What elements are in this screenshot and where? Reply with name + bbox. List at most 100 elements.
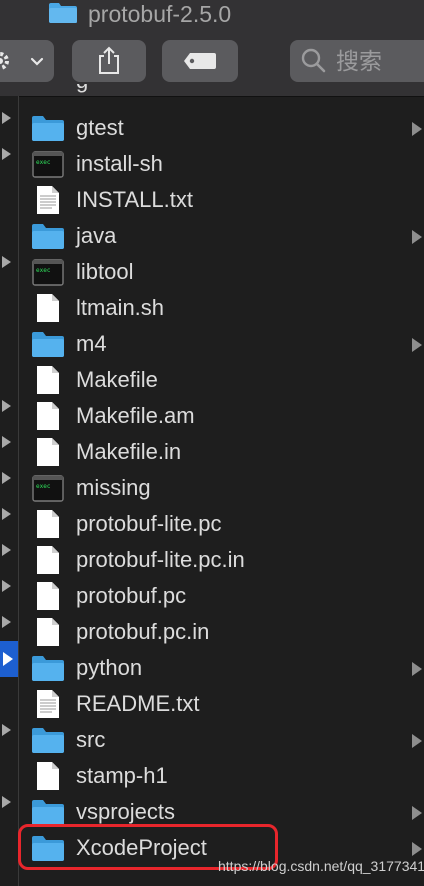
terminal-icon: exec — [31, 257, 65, 287]
list-item[interactable]: src — [19, 722, 424, 758]
document-icon — [31, 761, 65, 791]
disclosure-arrow-icon — [412, 230, 422, 244]
file-name: python — [76, 655, 143, 680]
svg-text:exec: exec — [36, 483, 51, 490]
list-item[interactable]: protobuf.pc.in — [19, 614, 424, 650]
document-icon — [31, 617, 65, 647]
file-list: gtest exec install-sh INSTALL.txt java exec li… — [19, 96, 424, 886]
list-item[interactable]: ltmain.sh — [19, 290, 424, 326]
list-item[interactable]: exec missing — [19, 470, 424, 506]
search-icon — [301, 48, 326, 73]
document-icon — [31, 365, 65, 395]
file-name: Makefile.am — [76, 403, 195, 428]
document-icon — [31, 581, 65, 611]
file-name: protobuf.pc.in — [76, 619, 210, 644]
list-item[interactable]: protobuf-lite.pc.in — [19, 542, 424, 578]
disclosure-arrow-icon — [2, 400, 11, 412]
document-icon — [31, 545, 65, 575]
file-name: m4 — [76, 331, 107, 356]
file-name: stamp-h1 — [76, 763, 168, 788]
finder-window: protobuf-2.5.0 搜索 gtest exec install-sh … — [0, 0, 424, 886]
file-name: ltmain.sh — [76, 295, 165, 320]
document-icon — [31, 509, 65, 539]
list-item[interactable]: exec install-sh — [19, 146, 424, 182]
document-icon — [31, 401, 65, 431]
list-item[interactable]: python — [19, 650, 424, 686]
list-item[interactable]: exec libtool — [19, 254, 424, 290]
file-name: g — [76, 84, 88, 96]
action-menu-button[interactable] — [0, 40, 54, 82]
title-bar: protobuf-2.5.0 — [0, 0, 424, 30]
list-item[interactable]: java — [19, 218, 424, 254]
file-name: protobuf.pc — [76, 583, 187, 608]
list-item[interactable]: Makefile.am — [19, 398, 424, 434]
list-item[interactable]: Makefile — [19, 362, 424, 398]
share-icon — [99, 46, 119, 74]
folder-icon — [31, 329, 65, 359]
file-name: src — [76, 727, 106, 752]
document-icon — [31, 437, 65, 467]
file-name: java — [76, 223, 117, 248]
disclosure-arrow-icon — [2, 148, 11, 160]
file-name: vsprojects — [76, 799, 176, 824]
file-name: Makefile — [76, 367, 158, 392]
disclosure-arrow-icon — [2, 796, 11, 808]
disclosure-arrow-icon — [2, 544, 11, 556]
watermark-text: https://blog.csdn.net/qq_31773413 — [218, 858, 424, 874]
disclosure-arrow-icon — [412, 662, 422, 676]
svg-text:exec: exec — [36, 267, 51, 274]
list-item[interactable]: INSTALL.txt — [19, 182, 424, 218]
file-name: protobuf-lite.pc.in — [76, 547, 245, 572]
file-name: protobuf-lite.pc — [76, 511, 222, 536]
document-icon — [31, 293, 65, 323]
folder-icon — [31, 653, 65, 683]
folder-icon — [31, 797, 65, 827]
folder-icon — [31, 113, 65, 143]
tag-button[interactable] — [162, 40, 238, 82]
list-item[interactable]: m4 — [19, 326, 424, 362]
disclosure-arrow-icon — [3, 652, 13, 666]
text-document-icon — [31, 185, 65, 215]
share-button[interactable] — [72, 40, 146, 82]
file-name: INSTALL.txt — [76, 187, 193, 212]
folder-icon — [49, 3, 77, 23]
list-item[interactable]: Makefile.in — [19, 434, 424, 470]
folder-icon — [31, 725, 65, 755]
disclosure-arrow-icon — [2, 436, 11, 448]
disclosure-arrow-icon — [412, 734, 422, 748]
list-item[interactable]: README.txt — [19, 686, 424, 722]
search-field[interactable]: 搜索 — [290, 40, 424, 82]
tag-icon — [184, 53, 216, 69]
file-name: libtool — [76, 259, 134, 284]
file-name: missing — [76, 475, 151, 500]
disclosure-arrow-icon — [412, 338, 422, 352]
svg-text:exec: exec — [36, 159, 51, 166]
folder-icon — [31, 221, 65, 251]
disclosure-arrow-icon — [412, 122, 422, 136]
disclosure-arrow-icon — [2, 508, 11, 520]
terminal-icon: exec — [31, 473, 65, 503]
disclosure-arrow-icon — [2, 724, 11, 736]
disclosure-arrow-icon — [2, 580, 11, 592]
list-item[interactable]: protobuf.pc — [19, 578, 424, 614]
list-item[interactable]: gtest — [19, 110, 424, 146]
parent-column[interactable] — [0, 96, 19, 886]
disclosure-arrow-icon — [412, 842, 422, 856]
text-document-icon — [31, 689, 65, 719]
chevron-down-icon — [30, 57, 44, 66]
file-name: README.txt — [76, 691, 200, 716]
terminal-icon: exec — [31, 149, 65, 179]
list-item[interactable]: stamp-h1 — [19, 758, 424, 794]
selected-parent-item[interactable] — [0, 641, 18, 677]
gear-icon — [0, 52, 9, 70]
disclosure-arrow-icon — [2, 256, 11, 268]
disclosure-arrow-icon — [412, 806, 422, 820]
window-title: protobuf-2.5.0 — [88, 1, 232, 27]
file-name: Makefile.in — [76, 439, 182, 464]
disclosure-arrow-icon — [2, 616, 11, 628]
search-placeholder: 搜索 — [336, 48, 382, 74]
list-item[interactable]: protobuf-lite.pc — [19, 506, 424, 542]
file-name: gtest — [76, 115, 124, 140]
disclosure-arrow-icon — [2, 472, 11, 484]
disclosure-arrow-icon — [2, 112, 11, 124]
